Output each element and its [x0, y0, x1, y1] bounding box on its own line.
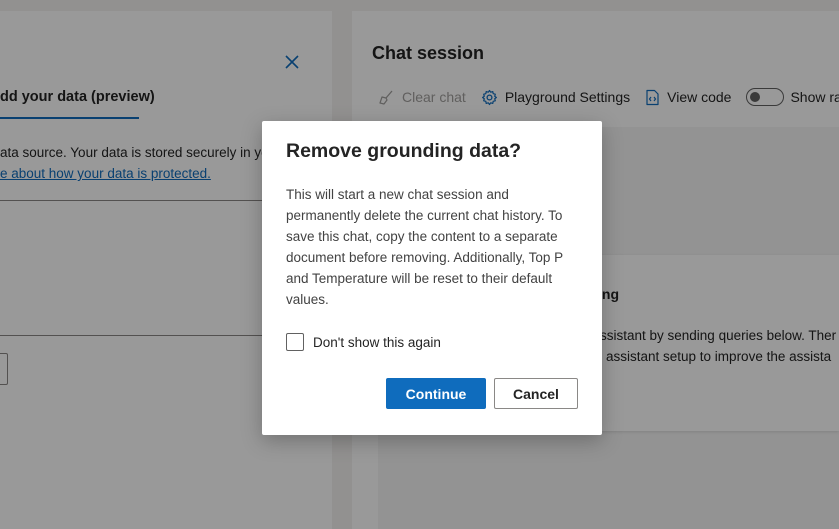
dialog-body: This will start a new chat session and p… [286, 187, 563, 307]
continue-button[interactable]: Continue [386, 378, 486, 409]
remove-grounding-dialog: Remove grounding data? This will start a… [262, 121, 602, 435]
dont-show-again-checkbox[interactable] [286, 333, 304, 351]
page: dd your data (preview) ata source. Your … [0, 0, 839, 529]
dont-show-again-row[interactable]: Don't show this again [286, 333, 441, 351]
cancel-button[interactable]: Cancel [494, 378, 578, 409]
dialog-title: Remove grounding data? [286, 140, 522, 162]
dont-show-again-label: Don't show this again [313, 334, 441, 350]
